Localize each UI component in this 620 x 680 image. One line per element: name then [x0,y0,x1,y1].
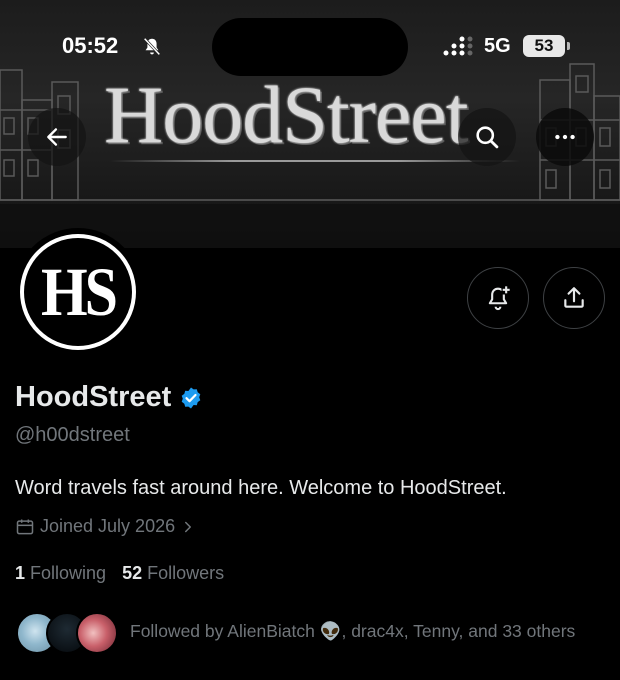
share-icon [564,287,584,308]
avatar-logo: HS [24,238,132,346]
chevron-right-icon [185,521,192,532]
followed-by-text[interactable]: Followed by AlienBiatch 👽, drac4x, Tenny… [130,621,575,642]
profile-bio: Word travels fast around here. Welcome t… [15,477,507,499]
following-label: Following [30,563,107,583]
follower-avatar [76,612,118,654]
user-handle: @h00dstreet [15,424,130,446]
network-type: 5G [484,35,511,57]
calendar-icon [16,519,34,534]
following-count: 1 [15,563,26,583]
dynamic-island [212,18,408,76]
display-name: HoodStreet [15,381,172,413]
more-horizontal-icon [555,134,575,140]
battery-nub [567,42,570,50]
battery-level: 53 [523,35,565,57]
joined-date[interactable]: Joined July 2026 [15,516,202,537]
signal-dots-icon [443,36,473,56]
search-button[interactable] [458,108,516,166]
more-options-button[interactable] [536,108,594,166]
status-time: 05:52 [62,33,119,58]
arrow-left-icon [47,128,67,146]
bell-slash-icon [143,37,161,56]
back-button[interactable] [28,108,86,166]
display-name-row: HoodStreet [15,381,203,414]
search-icon [476,126,499,149]
avatar-border: HS [20,234,136,350]
followers-count: 52 [122,563,143,583]
verified-badge-icon[interactable] [179,386,203,410]
share-button[interactable] [543,267,605,329]
following-link[interactable]: 1 Following [15,563,106,584]
banner-underline [110,160,520,162]
notifications-button[interactable] [467,267,529,329]
avatar-logo-text: HS [40,253,118,330]
followed-by-avatars[interactable] [16,612,126,656]
followers-label: Followers [147,563,225,583]
bell-plus-icon [488,285,511,311]
followers-link[interactable]: 52 Followers [122,563,224,584]
profile-avatar[interactable]: HS [14,228,142,356]
joined-text: Joined July 2026 [40,516,176,536]
follow-stats: 1 Following 52 Followers [15,563,240,584]
banner-title: HoodStreet [104,69,468,160]
